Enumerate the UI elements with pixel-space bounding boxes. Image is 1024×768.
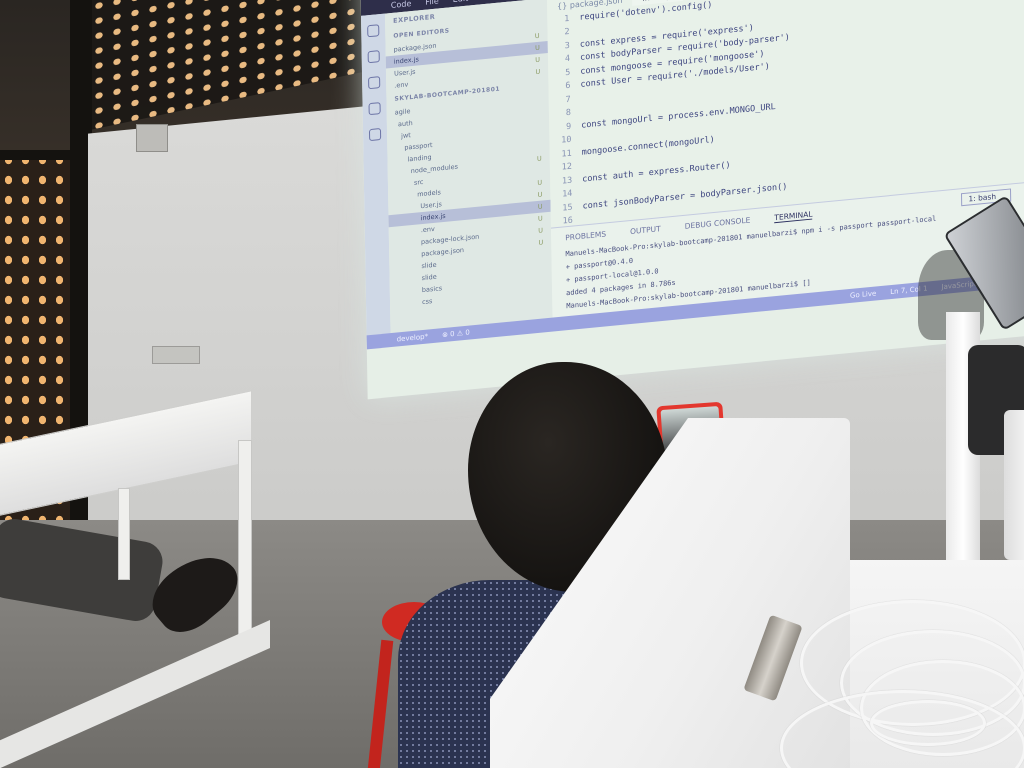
line-number: 12 bbox=[561, 161, 573, 173]
tree-item-badge: U bbox=[536, 154, 542, 164]
panel-tab: OUTPUT bbox=[630, 224, 661, 237]
line-number: 11 bbox=[561, 148, 572, 160]
line-number: 3 bbox=[564, 40, 570, 52]
tree-item-name: landing bbox=[407, 153, 432, 164]
source-control-icon bbox=[368, 76, 381, 90]
white-device bbox=[1004, 410, 1024, 560]
tree-item-name: css bbox=[421, 297, 433, 307]
file-badge: U bbox=[534, 43, 540, 53]
tree-item-badge: U bbox=[538, 238, 544, 247]
file-name: .env bbox=[394, 80, 409, 90]
line-number: 10 bbox=[561, 134, 572, 146]
wall-switch bbox=[136, 124, 168, 152]
tree-item-badge: U bbox=[537, 178, 543, 187]
tree-item-name: index.js bbox=[420, 211, 446, 223]
table-leg bbox=[238, 440, 252, 656]
problems-indicator: ⊗ 0 ⚠ 0 bbox=[441, 328, 470, 340]
line-number: 2 bbox=[564, 27, 570, 38]
file-name: index.js bbox=[393, 55, 419, 66]
tree-item-badge: U bbox=[538, 226, 544, 235]
file-badge: U bbox=[535, 55, 541, 65]
tree-item-badge: U bbox=[537, 190, 543, 199]
panel-tab: TERMINAL bbox=[774, 209, 813, 223]
line-number: 4 bbox=[564, 54, 571, 65]
line-number: 7 bbox=[565, 94, 571, 105]
photo-scene: CodeFileEditSelectionViewGoDebugTasksWin… bbox=[0, 0, 1024, 768]
wall-outlet-plate bbox=[152, 346, 200, 364]
menu-item: File bbox=[425, 0, 439, 7]
file-badge: U bbox=[535, 67, 541, 77]
go-live-indicator: Go Live bbox=[849, 289, 877, 300]
tree-item-badge: U bbox=[537, 214, 543, 223]
line-number: 5 bbox=[565, 67, 571, 79]
extensions-icon bbox=[368, 128, 382, 142]
line-number: 13 bbox=[561, 175, 573, 187]
search-icon bbox=[367, 50, 380, 64]
tree-item-name: agile bbox=[394, 107, 411, 117]
line-number: 14 bbox=[562, 188, 573, 200]
table-leg bbox=[118, 488, 130, 580]
panel-tab: PROBLEMS bbox=[565, 229, 607, 243]
line-number: 9 bbox=[566, 121, 572, 132]
line-number: 15 bbox=[562, 202, 573, 214]
tree-item-name: models bbox=[417, 188, 441, 199]
tree-item-name: src bbox=[413, 177, 424, 187]
tree-item-name: passport bbox=[404, 141, 433, 152]
line-number: 6 bbox=[565, 81, 571, 92]
tree-item-name: User.js bbox=[420, 200, 442, 211]
tree-item-name: auth bbox=[397, 118, 413, 129]
tree-item-name: slide bbox=[421, 260, 437, 271]
line-number: 1 bbox=[564, 13, 570, 25]
white-cable bbox=[870, 700, 986, 746]
branch-indicator: develop* bbox=[396, 332, 429, 344]
file-name: User.js bbox=[393, 67, 416, 78]
file-badge: U bbox=[534, 31, 540, 41]
panel-tab: DEBUG CONSOLE bbox=[684, 215, 751, 231]
tree-item-badge: U bbox=[537, 202, 543, 211]
line-number: 8 bbox=[565, 107, 572, 119]
tree-item-name: jwt bbox=[401, 131, 411, 141]
tree-item-name: .env bbox=[420, 224, 435, 235]
explorer-panel: EXPLORER OPEN EDITORS package.json Uindex… bbox=[384, 0, 553, 334]
menu-item: Code bbox=[390, 0, 412, 10]
tree-item-name: slide bbox=[421, 272, 437, 283]
menu-item: Edit bbox=[453, 0, 469, 4]
projected-code-editor: CodeFileEditSelectionViewGoDebugTasksWin… bbox=[360, 0, 1024, 400]
files-icon bbox=[367, 24, 380, 38]
debug-icon bbox=[368, 102, 381, 116]
tree-item-name: basics bbox=[421, 284, 443, 295]
